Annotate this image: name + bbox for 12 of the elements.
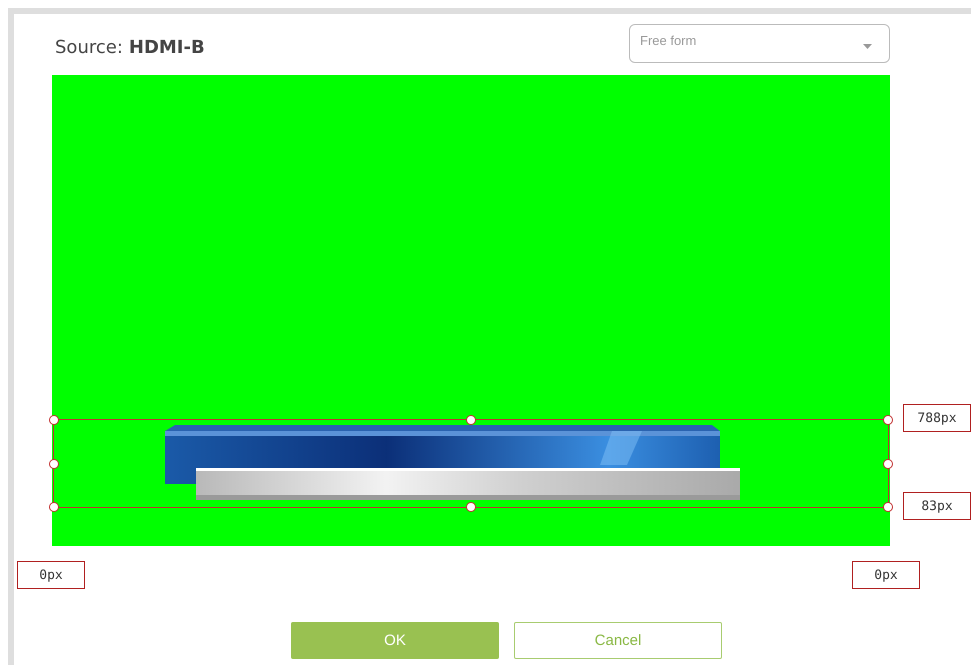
source-name: HDMI-B xyxy=(128,37,205,58)
offset-field[interactable]: 0px xyxy=(17,561,85,589)
caret-icon xyxy=(863,44,872,49)
crop-handle[interactable] xyxy=(49,415,59,425)
crop-handle[interactable] xyxy=(883,415,893,425)
crop-handle[interactable] xyxy=(49,502,59,512)
crop-handle[interactable] xyxy=(49,458,59,468)
source-label: Source: xyxy=(55,37,123,58)
crop-handle[interactable] xyxy=(883,502,893,512)
offset-field[interactable]: 0px xyxy=(852,561,920,589)
offset-field[interactable]: 788px xyxy=(903,404,971,432)
offset-field[interactable]: 83px xyxy=(903,492,971,520)
